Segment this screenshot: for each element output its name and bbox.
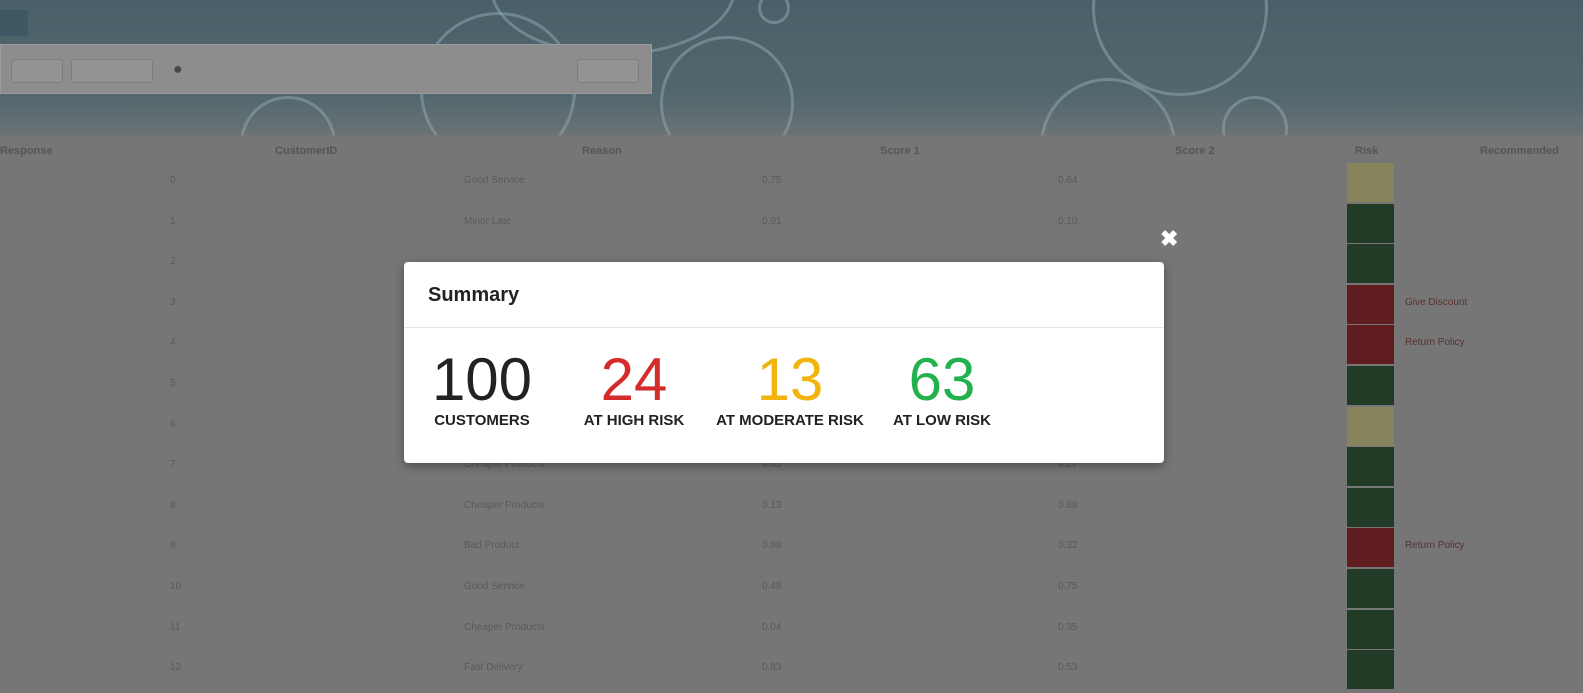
cell-customerid: 9 bbox=[170, 540, 176, 552]
risk-indicator bbox=[1347, 487, 1394, 527]
risk-indicator bbox=[1347, 284, 1394, 324]
cell-score2: 0.53 bbox=[1058, 662, 1078, 674]
column-header-recommended[interactable]: Recommended bbox=[1480, 145, 1559, 157]
cell-customerid: 2 bbox=[170, 256, 176, 268]
risk-indicator bbox=[1347, 163, 1394, 202]
risk-indicator bbox=[1347, 244, 1394, 284]
table-row[interactable]: 1 Minor Late 0.91 0.10 bbox=[0, 203, 1583, 244]
cell-customerid: 11 bbox=[170, 621, 181, 633]
column-header-score1[interactable]: Score 1 bbox=[880, 145, 920, 157]
reset-button[interactable] bbox=[577, 59, 639, 83]
risk-indicator bbox=[1347, 325, 1394, 365]
decor-bubble bbox=[1222, 96, 1288, 135]
decor-bubble bbox=[758, 0, 790, 24]
column-header-reason[interactable]: Reason bbox=[582, 145, 622, 157]
stat-label: CUSTOMERS bbox=[434, 412, 530, 429]
risk-indicator bbox=[1347, 447, 1394, 487]
cell-score2: 0.32 bbox=[1058, 540, 1078, 552]
modal-header: Summary bbox=[404, 262, 1164, 328]
cell-score1: 0.13 bbox=[762, 499, 782, 511]
stat-high-risk: 24 AT HIGH RISK bbox=[578, 346, 690, 430]
table-row[interactable]: 12 Fast Delivery 0.83 0.53 bbox=[0, 650, 1583, 690]
stat-moderate-risk: 13 AT MODERATE RISK bbox=[708, 346, 872, 430]
cell-recommended: Return Policy bbox=[1405, 540, 1465, 552]
cell-score1: 0.91 bbox=[762, 215, 782, 227]
table-row[interactable]: 11 Cheaper Products 0.04 0.35 bbox=[0, 609, 1583, 650]
summary-modal: Summary 100 CUSTOMERS 24 AT HIGH RISK 13… bbox=[404, 262, 1164, 463]
cell-score1: 0.98 bbox=[762, 540, 782, 552]
table-row[interactable]: 8 Cheaper Products 0.13 0.68 bbox=[0, 487, 1583, 528]
cell-recommended: Give Discount bbox=[1405, 296, 1468, 308]
cell-score2: 0.68 bbox=[1058, 499, 1078, 511]
risk-indicator bbox=[1347, 528, 1394, 568]
cell-recommended: Return Policy bbox=[1405, 337, 1465, 349]
risk-indicator bbox=[1347, 609, 1394, 649]
column-header-response[interactable]: Response bbox=[0, 145, 53, 157]
cell-customerid: 3 bbox=[170, 296, 176, 308]
risk-indicator bbox=[1347, 406, 1394, 446]
cell-score2: 0.10 bbox=[1058, 215, 1078, 227]
filter-input[interactable] bbox=[71, 59, 153, 83]
cell-customerid: 0 bbox=[170, 175, 176, 186]
cell-customerid: 12 bbox=[170, 662, 182, 674]
stat-value: 63 bbox=[908, 346, 976, 413]
camera-icon[interactable]: ● bbox=[173, 61, 183, 79]
column-header-customerid[interactable]: CustomerID bbox=[275, 145, 337, 157]
table-row[interactable]: 0 Good Service 0.75 0.64 bbox=[0, 163, 1583, 203]
cell-reason: Cheaper Products bbox=[464, 621, 545, 633]
cell-customerid: 5 bbox=[170, 378, 176, 389]
page-header-background: ● bbox=[0, 0, 1583, 135]
stat-value: 100 bbox=[431, 346, 533, 413]
decor-bubble bbox=[660, 36, 794, 135]
stat-value: 24 bbox=[600, 346, 668, 413]
cell-customerid: 8 bbox=[170, 499, 176, 511]
cell-reason: Fast Delivery bbox=[464, 662, 523, 674]
risk-indicator bbox=[1347, 569, 1394, 608]
risk-indicator bbox=[1347, 203, 1394, 243]
cell-score2: 0.75 bbox=[1058, 581, 1078, 592]
table-row[interactable]: 9 Bad Product 0.98 0.32 Return Policy bbox=[0, 528, 1583, 568]
close-icon[interactable]: ✖ bbox=[1160, 228, 1178, 250]
filter-toolbar: ● bbox=[0, 44, 652, 94]
stat-customers: 100 CUSTOMERS bbox=[428, 346, 536, 430]
cell-customerid: 4 bbox=[170, 337, 176, 349]
pager-control[interactable] bbox=[11, 59, 63, 83]
table-row[interactable]: 10 Good Service 0.48 0.75 bbox=[0, 569, 1583, 609]
stat-label: AT HIGH RISK bbox=[583, 412, 685, 429]
stat-label: AT MODERATE RISK bbox=[716, 412, 864, 429]
stat-label: AT LOW RISK bbox=[892, 412, 992, 429]
risk-indicator bbox=[1347, 650, 1394, 690]
cell-reason: Bad Product bbox=[464, 540, 520, 552]
cell-customerid: 6 bbox=[170, 418, 176, 430]
cell-score1: 0.75 bbox=[762, 175, 782, 186]
cell-reason: Minor Late bbox=[464, 215, 512, 227]
stat-low-risk: 63 AT LOW RISK bbox=[888, 346, 996, 430]
cell-score1: 0.04 bbox=[762, 621, 782, 633]
stat-value: 13 bbox=[756, 346, 824, 413]
column-header-risk[interactable]: Risk bbox=[1355, 145, 1378, 157]
cell-reason: Cheaper Products bbox=[464, 499, 545, 511]
corner-tab[interactable] bbox=[0, 10, 28, 36]
cell-score2: 0.35 bbox=[1058, 621, 1078, 633]
risk-indicator bbox=[1347, 366, 1394, 405]
cell-score1: 0.83 bbox=[762, 662, 782, 674]
cell-score1: 0.48 bbox=[762, 581, 782, 592]
modal-title: Summary bbox=[428, 284, 520, 306]
cell-customerid: 7 bbox=[170, 459, 176, 471]
cell-customerid: 1 bbox=[170, 215, 176, 227]
cell-reason: Good Service bbox=[464, 175, 525, 186]
decor-bubble bbox=[240, 96, 336, 135]
cell-score2: 0.64 bbox=[1058, 175, 1078, 186]
cell-reason: Good Service bbox=[464, 581, 525, 592]
cell-customerid: 10 bbox=[170, 581, 182, 592]
column-header-score2[interactable]: Score 2 bbox=[1175, 145, 1215, 157]
